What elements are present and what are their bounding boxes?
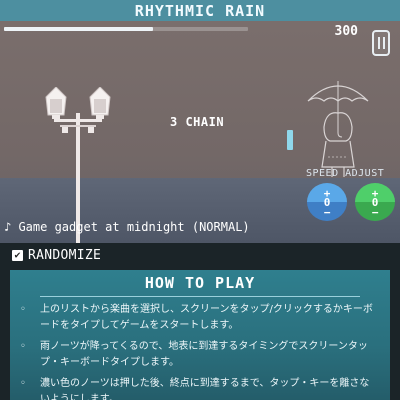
rain-note <box>287 130 293 150</box>
check-icon: ✔ <box>14 249 21 261</box>
bullet-icon: ◦ <box>20 304 26 315</box>
song-title: ♪ Game gadget at midnight (NORMAL) <box>4 220 250 234</box>
pause-button[interactable] <box>372 30 390 56</box>
app-title: RHYTHMIC RAIN <box>134 1 266 20</box>
how-to-play-panel: HOW TO PLAY ◦ 上のリストから楽曲を選択し、スクリーンをタップ/クリ… <box>10 270 390 400</box>
how-to-play-title: HOW TO PLAY <box>144 274 256 292</box>
randomize-toggle[interactable]: ✔ RANDOMIZE <box>12 248 101 263</box>
speed-right-down-icon[interactable]: − <box>355 206 395 219</box>
randomize-label: RANDOMIZE <box>28 248 102 263</box>
speed-left-down-icon[interactable]: − <box>307 206 347 219</box>
instruction-text: 雨ノーツが降ってくるので、地表に到達するタイミングでスクリーンタップ・キーボード… <box>40 341 368 368</box>
bullet-icon: ◦ <box>20 378 26 389</box>
title-bar: RHYTHMIC RAIN <box>0 0 400 22</box>
instruction-text: 濃い色のノーツは押した後、終点に到達するまで、タップ・キーを離さないようにします… <box>40 378 370 400</box>
umbrella-girl <box>307 81 369 177</box>
how-to-play-list: ◦ 上のリストから楽曲を選択し、スクリーンをタップ/クリックするかキーボードをタ… <box>18 302 378 400</box>
game-screen[interactable]: 300 3 CHAIN SPEED ADJUST + 0 − + 0 − ♪ G… <box>0 21 400 243</box>
list-item: ◦ 雨ノーツが降ってくるので、地表に到達するタイミングでスクリーンタップ・キーボ… <box>18 339 378 371</box>
divider <box>40 296 360 297</box>
bullet-icon: ◦ <box>20 341 26 352</box>
speed-adjust-label: SPEED ADJUST <box>306 168 385 179</box>
list-item: ◦ 濃い色のノーツは押した後、終点に到達するまで、タップ・キーを離さないようにし… <box>18 376 378 400</box>
list-item: ◦ 上のリストから楽曲を選択し、スクリーンをタップ/クリックするかキーボードをタ… <box>18 302 378 334</box>
pause-icon <box>377 37 380 49</box>
randomize-checkbox[interactable]: ✔ <box>12 250 23 261</box>
chain-counter: 3 CHAIN <box>170 115 225 129</box>
speed-adjust-left[interactable]: + 0 − <box>307 183 347 221</box>
instruction-text: 上のリストから楽曲を選択し、スクリーンをタップ/クリックするかキーボードをタイプ… <box>40 304 373 331</box>
score: 300 <box>334 24 358 39</box>
speed-adjust-right[interactable]: + 0 − <box>355 183 395 221</box>
song-progress-fill <box>4 27 153 31</box>
